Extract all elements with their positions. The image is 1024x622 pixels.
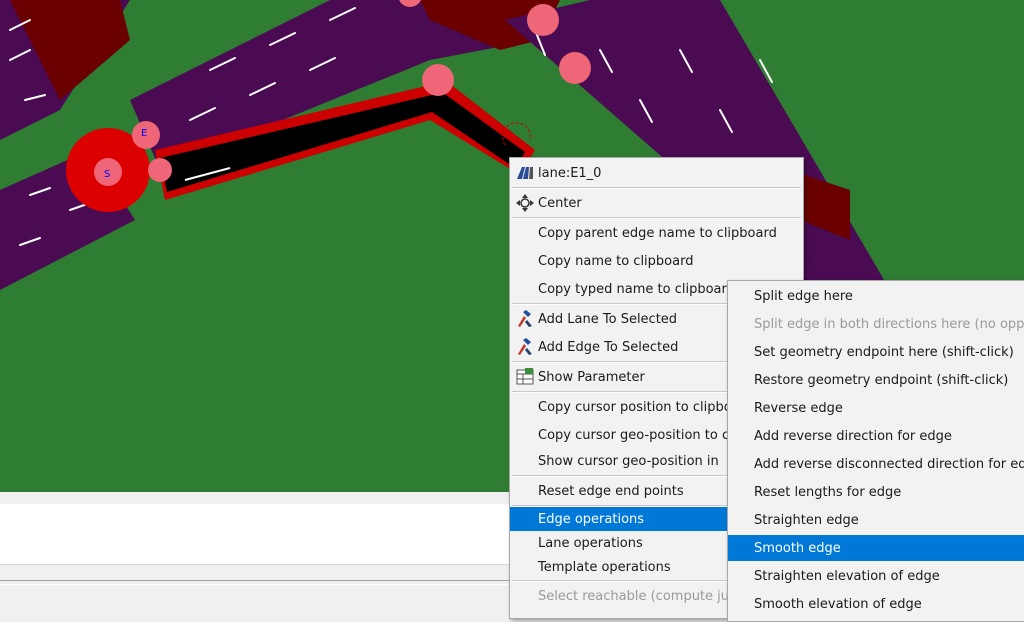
endpoint-label-e: E: [141, 128, 147, 139]
submenu-item-reverse-edge[interactable]: Reverse edge: [728, 395, 1024, 421]
context-menu-title-label: lane:E1_0: [538, 165, 602, 181]
node-marker-top-1[interactable]: [527, 4, 559, 36]
endpoint-marker-lane-start: [148, 158, 172, 182]
submenu-item-set-geometry-endpoint[interactable]: Set geometry endpoint here (shift-click): [728, 339, 1024, 365]
submenu-item-straighten-edge[interactable]: Straighten edge: [728, 507, 1024, 533]
submenu-item-split-edge-both-directions: Split edge in both directions here (no o…: [754, 316, 1024, 332]
add-selected-icon: [514, 309, 536, 329]
menu-item-copy-parent-edge-name[interactable]: Copy parent edge name to clipboard: [510, 220, 803, 246]
geometry-point-marker[interactable]: [422, 64, 454, 96]
junction-label-s: S: [104, 169, 110, 180]
submenu-item-add-reverse-disconnected[interactable]: Add reverse disconnected direction for e…: [728, 451, 1024, 477]
node-marker-top-2[interactable]: [559, 52, 591, 84]
lane-icon: [514, 163, 536, 183]
edge-operations-submenu: Split edge here Split edge in both direc…: [727, 280, 1024, 622]
context-menu-title: lane:E1_0: [510, 160, 803, 186]
submenu-item-straighten-elevation[interactable]: Straighten elevation of edge: [728, 563, 1024, 589]
menu-separator: [512, 187, 801, 189]
submenu-item-reset-lengths[interactable]: Reset lengths for edge: [728, 479, 1024, 505]
menu-item-center[interactable]: Center: [510, 190, 803, 216]
add-selected-icon: [514, 337, 536, 357]
center-crosshair-icon: [514, 193, 536, 213]
submenu-item-split-edge[interactable]: Split edge here: [728, 283, 1024, 309]
submenu-item-restore-geometry-endpoint[interactable]: Restore geometry endpoint (shift-click): [728, 367, 1024, 393]
menu-separator: [512, 217, 801, 219]
submenu-item-smooth-edge[interactable]: Smooth edge: [728, 535, 1024, 561]
submenu-item-smooth-elevation[interactable]: Smooth elevation of edge: [728, 591, 1024, 617]
parameter-table-icon: [514, 367, 536, 387]
submenu-item-add-reverse-direction[interactable]: Add reverse direction for edge: [728, 423, 1024, 449]
menu-item-copy-name[interactable]: Copy name to clipboard: [510, 248, 803, 274]
